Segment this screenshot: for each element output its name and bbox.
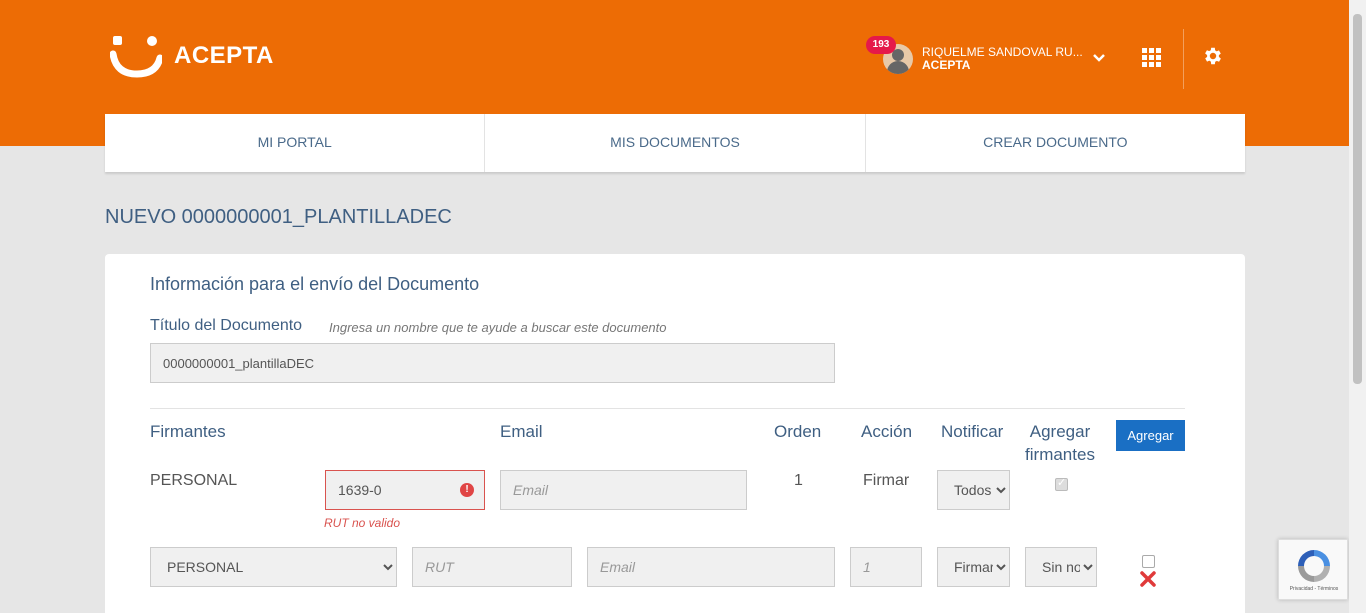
add-signers-checkbox[interactable] [1055, 476, 1068, 491]
divider [150, 408, 1185, 409]
doc-title-label: Título del Documento [150, 317, 303, 334]
signer-type-label: PERSONAL [150, 472, 238, 489]
error-icon: ! [460, 483, 474, 497]
add-signers-checkbox-new[interactable] [1142, 555, 1155, 568]
nav-mis-documentos[interactable]: MIS DOCUMENTOS [485, 114, 866, 172]
page-title: NUEVO 0000000001_PLANTILLADEC [105, 206, 452, 228]
header-notificar: Notificar [941, 422, 1004, 441]
rut-error-message: RUT no valido [324, 516, 401, 530]
header-accion: Acción [861, 422, 913, 441]
user-info[interactable]: RIQUELME SANDOVAL RU... ACEPTA [922, 46, 1083, 72]
gear-icon[interactable] [1202, 45, 1224, 67]
action-select-new[interactable]: Firmar [937, 547, 1010, 587]
scroll-thumb[interactable] [1353, 14, 1362, 384]
user-menu[interactable]: 193 RIQUELME SANDOVAL RU... ACEPTA [866, 36, 1083, 82]
signer-order: 1 [794, 472, 803, 489]
signer-type-select[interactable]: PERSONAL [150, 547, 397, 587]
nav-mi-portal[interactable]: MI PORTAL [105, 114, 486, 172]
notify-select-new[interactable]: Sin notificar [1025, 547, 1097, 587]
add-signer-button[interactable]: Agregar [1116, 420, 1185, 451]
header-agregar-firmantes: Agregar firmantes [1024, 420, 1096, 466]
email-input-new[interactable] [587, 547, 835, 587]
chevron-down-icon[interactable] [1091, 50, 1107, 66]
doc-title-input[interactable] [150, 343, 835, 383]
header-firmantes: Firmantes [150, 422, 226, 441]
order-input-new[interactable] [850, 547, 922, 587]
document-form-card: Información para el envío del Documento … [105, 254, 1245, 613]
rut-input-new[interactable] [412, 547, 572, 587]
header-divider [1183, 29, 1184, 89]
notify-select[interactable]: Todos [937, 470, 1010, 510]
acepta-smile-icon [110, 36, 162, 78]
header-agregar-line2: firmantes [1025, 445, 1095, 464]
scrollbar[interactable] [1349, 0, 1366, 613]
header-orden: Orden [774, 422, 822, 441]
email-input[interactable] [500, 470, 747, 510]
signer-action: Firmar [863, 472, 910, 489]
recaptcha-badge[interactable]: Privacidad - Términos [1278, 539, 1348, 600]
delete-icon[interactable] [1139, 570, 1157, 588]
notification-badge: 193 [866, 36, 896, 54]
avatar[interactable]: 193 [866, 36, 913, 82]
apps-grid-icon[interactable] [1142, 48, 1161, 67]
user-company: ACEPTA [922, 58, 971, 72]
doc-title-hint: Ingresa un nombre que te ayude a buscar … [329, 320, 667, 335]
header-agregar-line1: Agregar [1029, 422, 1091, 441]
brand-name: ACEPTA [174, 42, 274, 69]
recaptcha-terms[interactable]: Privacidad - Términos [1279, 586, 1349, 592]
section-title: Información para el envío del Documento [150, 274, 480, 294]
nav-crear-documento[interactable]: CREAR DOCUMENTO [866, 114, 1245, 172]
acepta-logo[interactable]: ACEPTA [110, 34, 274, 78]
main-nav: MI PORTAL MIS DOCUMENTOS CREAR DOCUMENTO [105, 114, 1245, 172]
header-email: Email [500, 422, 543, 441]
recaptcha-icon [1298, 550, 1330, 582]
